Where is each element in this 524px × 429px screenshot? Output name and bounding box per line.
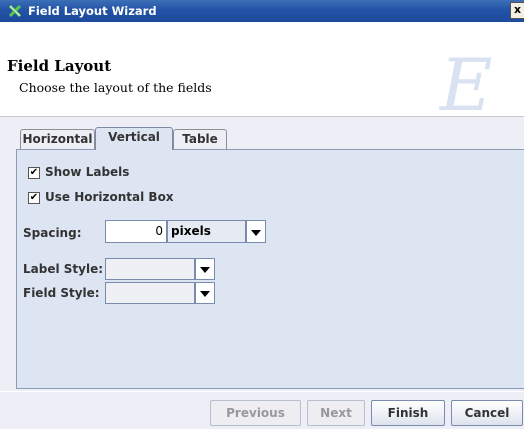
spacing-unit-dropdown-icon[interactable] xyxy=(246,220,266,243)
label-style-select[interactable] xyxy=(105,258,195,280)
logo-watermark-icon: E xyxy=(440,43,493,127)
label-style-label: Label Style: xyxy=(23,262,104,276)
spacing-input[interactable]: 0 xyxy=(105,220,167,243)
previous-button[interactable]: Previous xyxy=(210,400,301,426)
vertical-tab-panel: ✔ Show Labels ✔ Use Horizontal Box Spaci… xyxy=(16,149,524,389)
page-subtitle: Choose the layout of the fields xyxy=(19,80,212,95)
field-style-label: Field Style: xyxy=(23,286,100,300)
finish-button[interactable]: Finish xyxy=(371,400,445,426)
tab-table[interactable]: Table xyxy=(173,129,227,149)
label-style-dropdown-icon[interactable] xyxy=(195,258,215,280)
spacing-label: Spacing: xyxy=(23,226,82,240)
next-button[interactable]: Next xyxy=(307,400,365,426)
use-horizontal-box-label[interactable]: Use Horizontal Box xyxy=(45,190,174,204)
field-style-dropdown-icon[interactable] xyxy=(195,282,215,304)
app-x-icon xyxy=(8,4,22,18)
use-horizontal-box-checkbox[interactable]: ✔ xyxy=(28,192,40,204)
tab-horizontal[interactable]: Horizontal xyxy=(20,129,95,149)
wizard-window: Field Layout Wizard x Field Layout Choos… xyxy=(0,0,524,429)
spacing-unit-select[interactable]: pixels xyxy=(167,220,246,243)
wizard-header: Field Layout Choose the layout of the fi… xyxy=(0,22,524,127)
window-title: Field Layout Wizard xyxy=(28,4,157,18)
cancel-button[interactable]: Cancel xyxy=(451,400,523,426)
tab-vertical[interactable]: Vertical xyxy=(95,127,173,150)
tab-strip: Horizontal Vertical Table xyxy=(0,127,524,150)
show-labels-checkbox[interactable]: ✔ xyxy=(28,167,40,179)
page-title: Field Layout xyxy=(7,57,112,75)
show-labels-label[interactable]: Show Labels xyxy=(45,165,129,179)
title-bar[interactable]: Field Layout Wizard x xyxy=(0,0,524,22)
field-style-select[interactable] xyxy=(105,282,195,304)
button-bar: Previous Next Finish Cancel xyxy=(0,391,524,429)
close-button[interactable]: x xyxy=(510,2,524,19)
